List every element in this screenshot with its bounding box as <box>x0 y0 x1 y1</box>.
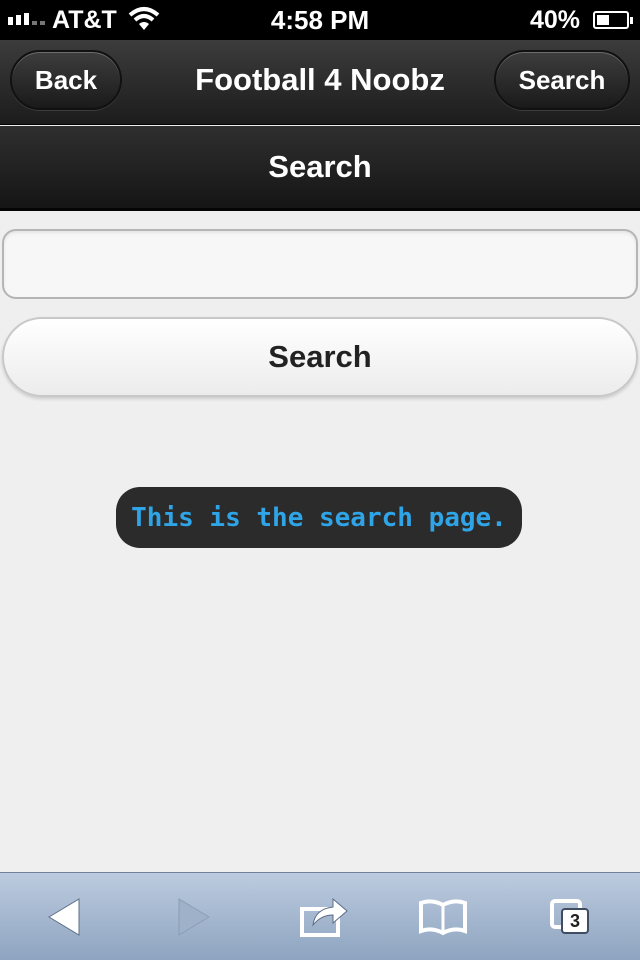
toast-message: This is the search page. <box>116 487 522 548</box>
forward-arrow-icon[interactable] <box>168 893 218 941</box>
search-input[interactable] <box>2 229 638 299</box>
search-button[interactable]: Search <box>2 317 638 397</box>
page-title: Search <box>0 126 640 211</box>
bookmarks-icon[interactable] <box>418 893 468 941</box>
tabs-icon[interactable]: 3 <box>548 893 598 941</box>
back-button[interactable]: Back <box>10 50 122 110</box>
header-search-button[interactable]: Search <box>494 50 630 110</box>
browser-toolbar: 3 <box>0 872 640 960</box>
app-title: Football 4 Noobz <box>195 62 445 97</box>
battery-icon <box>593 11 633 29</box>
tab-count-badge: 3 <box>561 908 589 934</box>
share-icon[interactable] <box>299 893 349 941</box>
back-arrow-icon[interactable] <box>40 893 90 941</box>
battery-percentage: 40% <box>530 6 581 34</box>
app-header: Back Football 4 Noobz Search <box>0 40 640 125</box>
status-bar: AT&T 4:58 PM 40% <box>0 0 640 40</box>
